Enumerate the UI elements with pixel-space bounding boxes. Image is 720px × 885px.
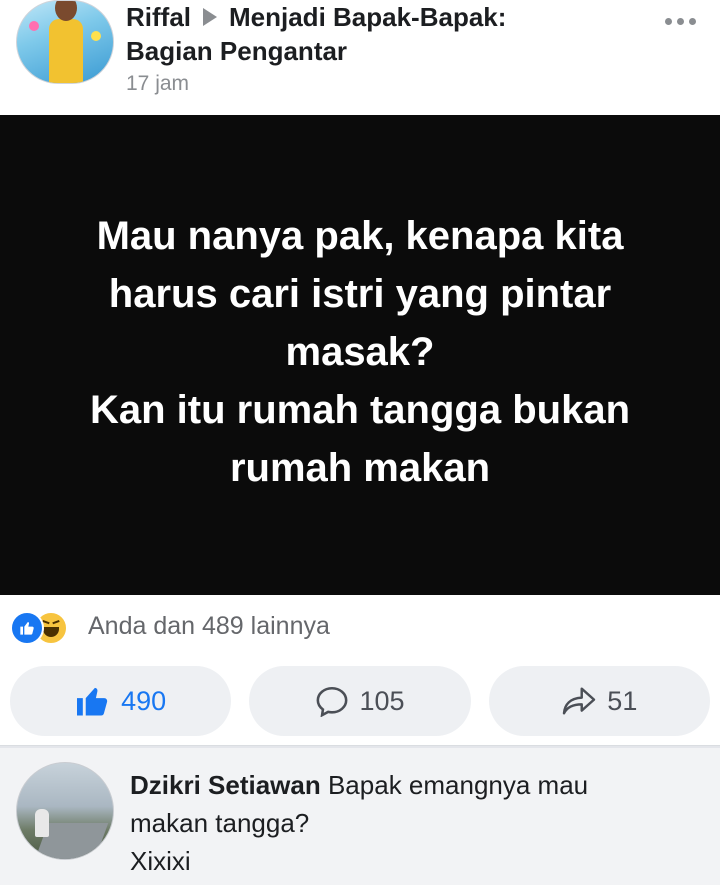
avatar-decoration [91, 31, 101, 41]
reaction-summary-text[interactable]: Anda dan 489 lainnya [88, 612, 330, 641]
reactions-summary[interactable]: Anda dan 489 lainnya [0, 595, 720, 657]
arrow-right-icon [203, 8, 217, 26]
commenter-avatar[interactable] [16, 762, 114, 860]
group-name-continued[interactable]: Bagian Pengantar [126, 34, 646, 68]
image-text-line: Mau nanya pak, kenapa kita [96, 214, 624, 258]
thumbs-up-icon [77, 687, 108, 716]
like-count: 490 [121, 685, 167, 716]
post-header-text: Riffal Menjadi Bapak-Bapak: Bagian Penga… [126, 0, 646, 98]
image-text-line: rumah makan [229, 446, 491, 490]
post-image-text: Mau nanya pak, kenapa kita harus cari is… [40, 207, 680, 497]
avatar-figure-head [55, 1, 77, 21]
comment-text-line: Bapak emangnya mau [327, 770, 589, 800]
more-options-button[interactable] [659, 12, 702, 31]
post-actions: 490 105 51 [0, 657, 720, 746]
avatar-person [35, 809, 49, 837]
share-button[interactable]: 51 [488, 666, 710, 736]
comment-author[interactable]: Dzikri Setiawan [130, 770, 321, 800]
post-image[interactable]: Mau nanya pak, kenapa kita harus cari is… [0, 115, 720, 595]
group-name[interactable]: Menjadi Bapak-Bapak: [229, 0, 506, 34]
ellipsis-icon [677, 18, 684, 25]
avatar-decoration [29, 21, 39, 31]
comment-body: Dzikri Setiawan Bapak emangnya mau makan… [130, 766, 690, 880]
comment-text-line: makan tangga? [130, 808, 310, 838]
image-text-line: Kan itu rumah tangga bukan [89, 388, 631, 432]
comment-button[interactable]: 105 [249, 666, 471, 736]
author-avatar[interactable] [16, 0, 114, 84]
ellipsis-icon [689, 18, 696, 25]
post-author-name[interactable]: Riffal [126, 0, 191, 34]
like-button[interactable]: 490 [10, 666, 232, 736]
comment-bubble-icon [317, 686, 348, 717]
post-timestamp[interactable]: 17 jam [126, 70, 646, 98]
post-header: Riffal Menjadi Bapak-Bapak: Bagian Penga… [0, 0, 720, 115]
comment-count: 105 [359, 685, 405, 716]
ellipsis-icon [665, 18, 672, 25]
share-count: 51 [607, 685, 638, 716]
avatar-figure [49, 19, 83, 83]
image-text-line: harus cari istri yang pintar [108, 272, 612, 316]
reaction-icons [10, 609, 78, 645]
comment: Dzikri Setiawan Bapak emangnya mau makan… [0, 746, 720, 885]
like-icon [10, 611, 44, 645]
image-text-line: masak? [285, 330, 435, 374]
share-arrow-icon [563, 687, 596, 715]
